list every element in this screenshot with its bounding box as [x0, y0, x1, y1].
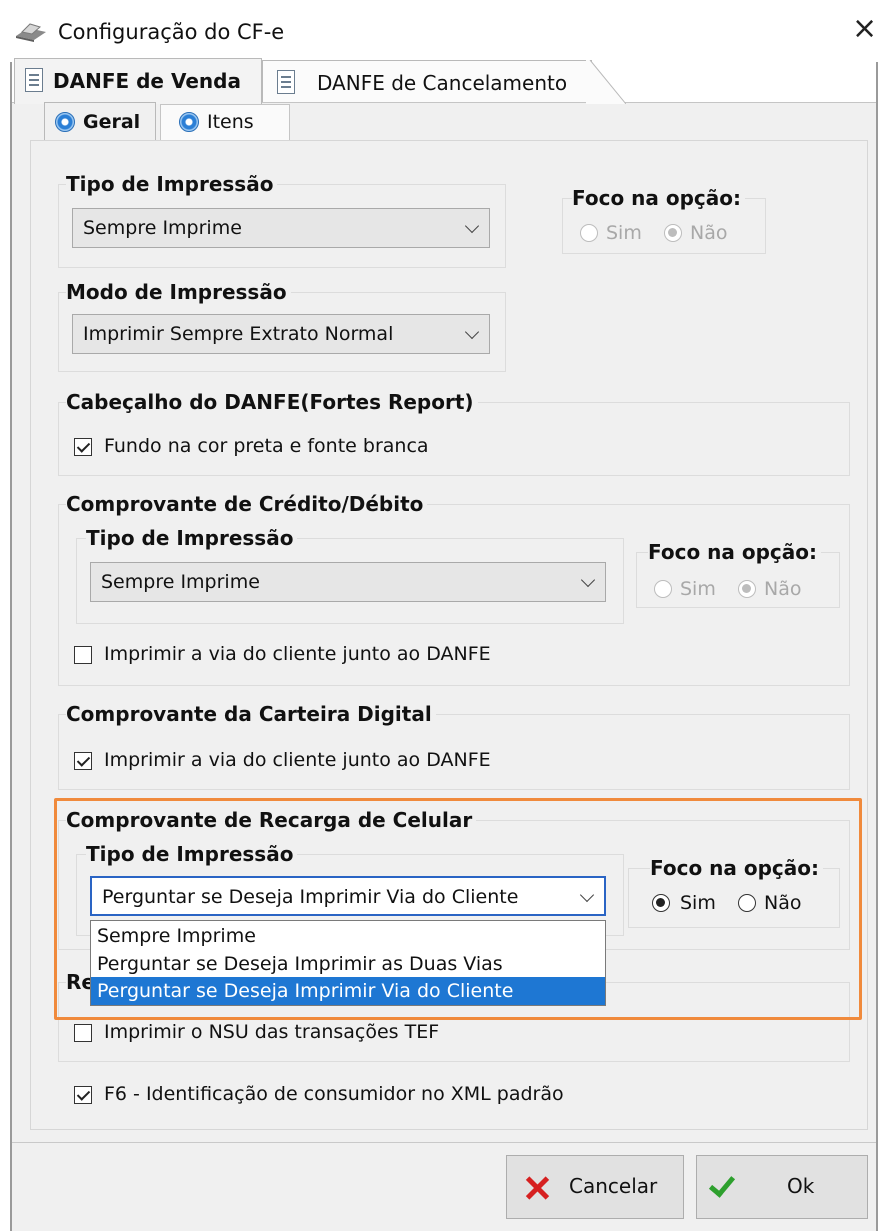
tipo-impressao-value: Sempre Imprime: [83, 217, 242, 239]
credito-tipo-title: Tipo de Impressão: [86, 526, 298, 550]
cancel-button[interactable]: Cancelar: [506, 1155, 684, 1219]
credito-tipo-select[interactable]: Sempre Imprime: [90, 562, 606, 602]
gear-icon: [179, 112, 199, 132]
foco-top-sim-radio[interactable]: [580, 224, 598, 242]
credito-foco-title: Foco na opção:: [648, 540, 821, 564]
modo-impressao-title: Modo de Impressão: [66, 280, 291, 304]
ok-button[interactable]: Ok: [696, 1155, 868, 1219]
document-icon: [25, 68, 43, 92]
cabecalho-title: Cabeçalho do DANFE(Fortes Report): [66, 390, 478, 414]
gear-icon: [55, 112, 75, 132]
carteira-checkbox-label: Imprimir a via do cliente junto ao DANFE: [104, 749, 491, 771]
credito-foco-nao-radio[interactable]: [738, 580, 756, 598]
foco-top-nao-radio[interactable]: [664, 224, 682, 242]
chevron-down-icon: [464, 324, 480, 340]
credito-foco-sim-label: Sim: [680, 578, 716, 600]
chevron-down-icon: [464, 218, 480, 234]
tab-edge: [586, 60, 626, 104]
foco-top-sim-label: Sim: [606, 222, 642, 244]
ok-button-label: Ok: [787, 1174, 815, 1198]
tab-itens[interactable]: Itens: [160, 104, 290, 140]
tipo-impressao-select[interactable]: Sempre Imprime: [72, 208, 490, 248]
nsu-checkbox-label: Imprimir o NSU das transações TEF: [104, 1021, 440, 1043]
modo-impressao-select[interactable]: Imprimir Sempre Extrato Normal: [72, 314, 490, 354]
highlight-box: [54, 798, 862, 1020]
foco-top-title: Foco na opção:: [572, 186, 745, 210]
tab-danfe-venda[interactable]: DANFE de Venda: [14, 58, 262, 104]
checkmark-icon: [708, 1170, 736, 1198]
tipo-impressao-title: Tipo de Impressão: [66, 172, 278, 196]
credito-foco-sim-radio[interactable]: [654, 580, 672, 598]
window-border-right: [876, 62, 878, 1231]
nsu-checkbox[interactable]: [74, 1024, 92, 1042]
cancel-button-label: Cancelar: [569, 1174, 658, 1198]
app-printer-icon: [16, 23, 46, 42]
credito-foco-nao-label: Não: [764, 578, 802, 600]
f6-checkbox-label: F6 - Identificação de consumidor no XML …: [104, 1083, 564, 1105]
tab-geral-label: Geral: [83, 111, 141, 133]
carteira-title: Comprovante da Carteira Digital: [66, 702, 436, 726]
foco-top-nao-label: Não: [690, 222, 728, 244]
tab-danfe-cancelamento[interactable]: DANFE de Cancelamento: [262, 60, 592, 102]
tab-danfe-cancelamento-label: DANFE de Cancelamento: [317, 71, 568, 95]
cabecalho-checkbox[interactable]: [74, 438, 92, 456]
credito-tipo-value: Sempre Imprime: [101, 571, 260, 593]
document-icon: [277, 70, 295, 94]
credito-debito-title: Comprovante de Crédito/Débito: [66, 492, 428, 516]
cabecalho-checkbox-label: Fundo na cor preta e fonte branca: [104, 435, 429, 457]
modo-impressao-value: Imprimir Sempre Extrato Normal: [83, 323, 394, 345]
credito-via-cliente-label: Imprimir a via do cliente junto ao DANFE: [104, 643, 491, 665]
carteira-checkbox[interactable]: [74, 752, 92, 770]
close-icon: [525, 1176, 549, 1200]
close-icon[interactable]: ×: [852, 14, 877, 44]
tab-itens-label: Itens: [207, 111, 254, 133]
chevron-down-icon: [580, 572, 596, 588]
window-title: Configuração do CF-e: [58, 20, 285, 44]
tab-danfe-venda-label: DANFE de Venda: [53, 69, 241, 93]
tab-geral[interactable]: Geral: [44, 102, 156, 142]
credito-via-cliente-checkbox[interactable]: [74, 646, 92, 664]
f6-checkbox[interactable]: [74, 1086, 92, 1104]
